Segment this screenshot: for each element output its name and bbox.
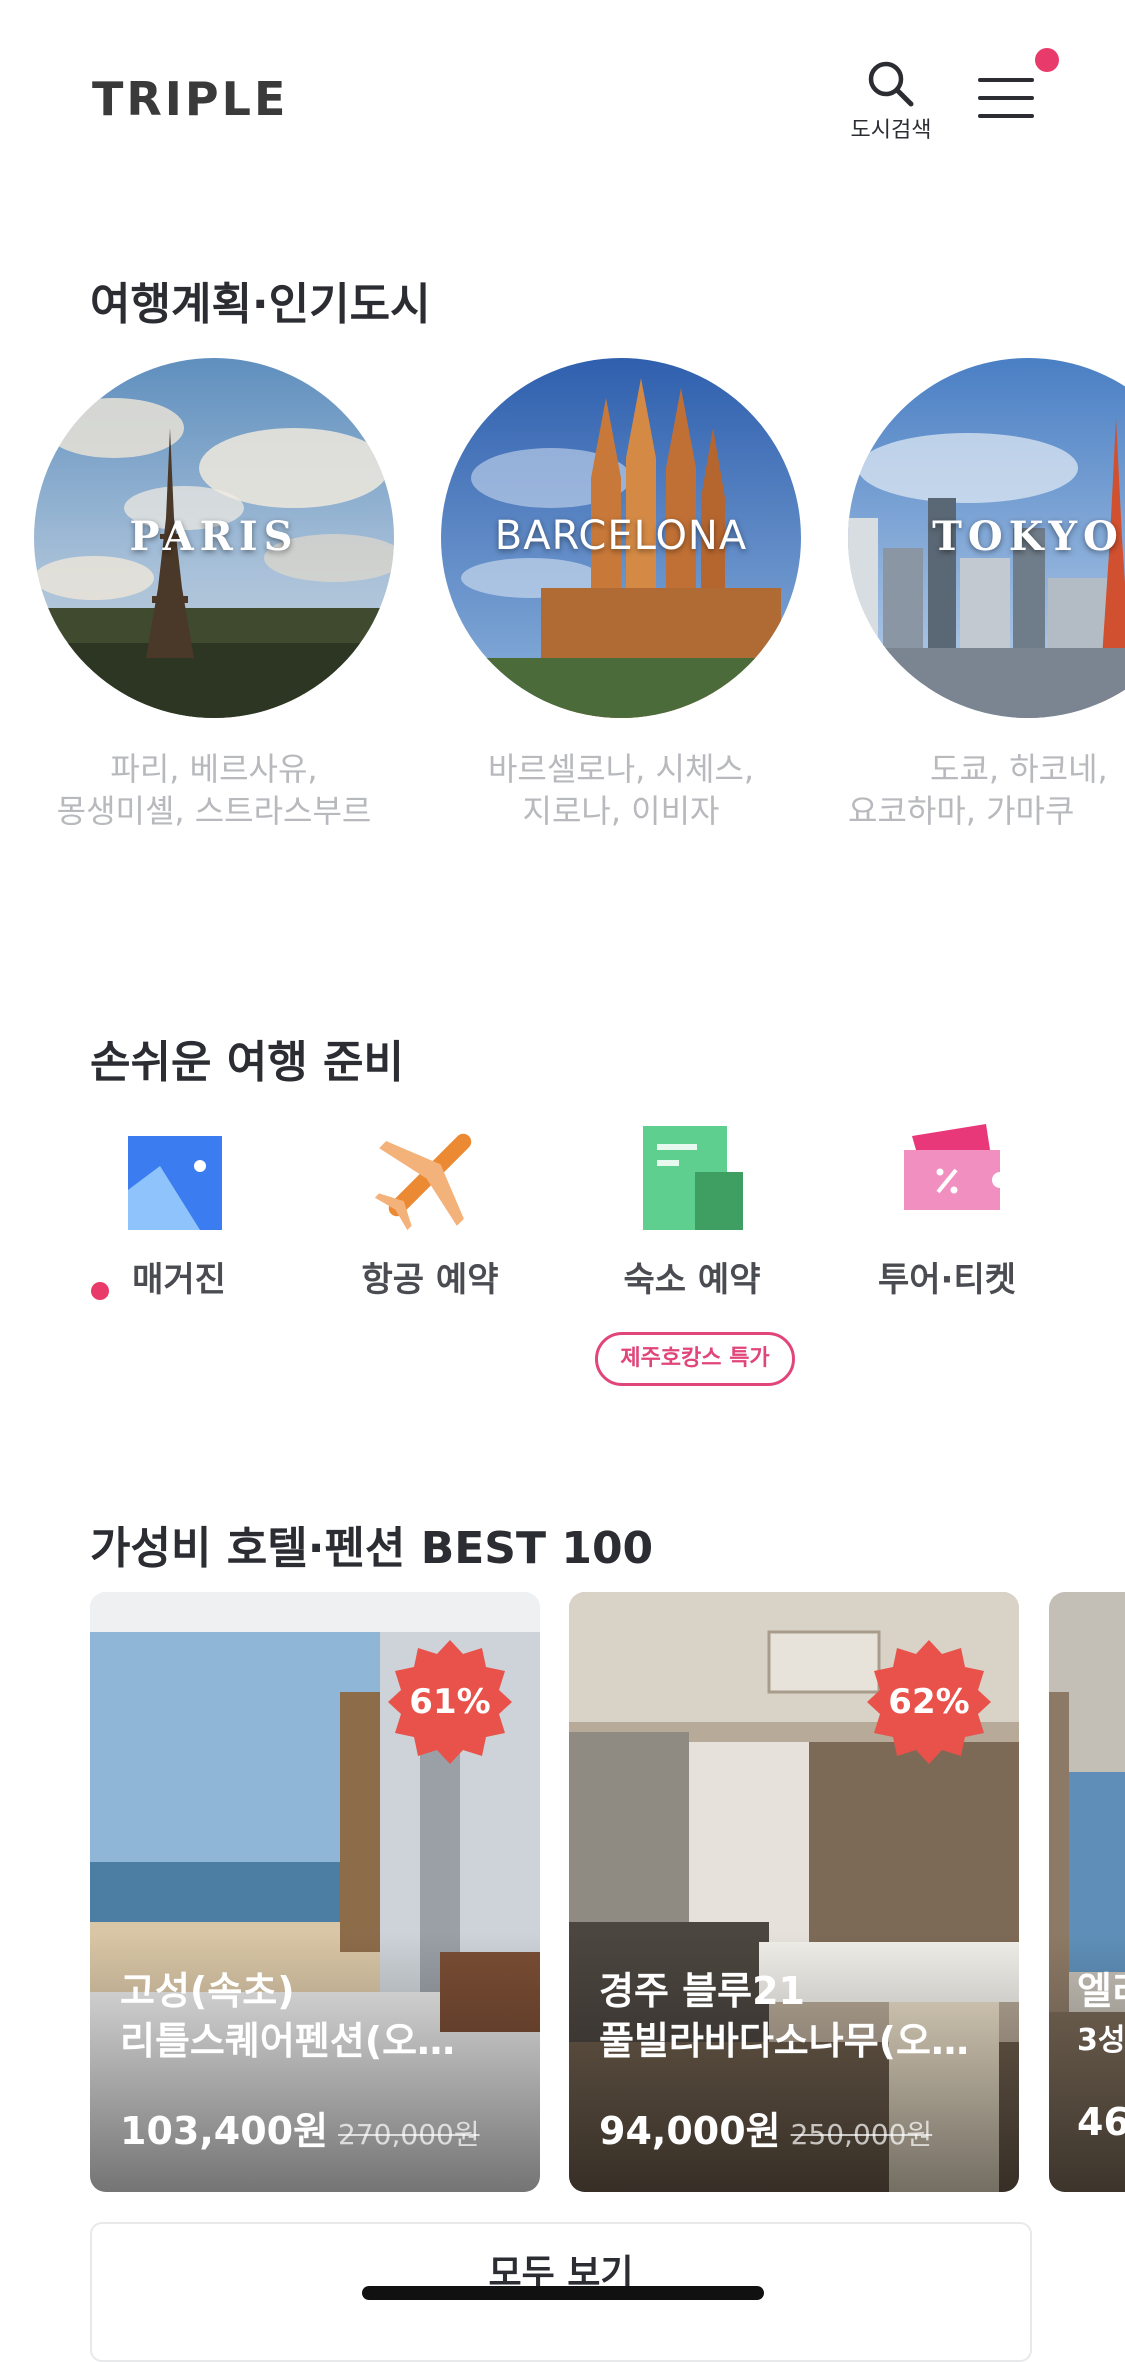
app-logo[interactable]: TRIPLE bbox=[92, 72, 288, 126]
city-image-paris: PARIS bbox=[34, 358, 394, 718]
city-subtitle-paris: 파리, 베르사유, 몽생미셸, 스트라스부르 bbox=[56, 750, 372, 830]
city-search-button[interactable]: 도시검색 bbox=[846, 58, 936, 144]
city-card-paris[interactable]: PARIS 파리, 베르사유, 몽생미셸, 스트라스부르 bbox=[34, 358, 394, 830]
hotel-original-price-1: 270,000원 bbox=[338, 2118, 480, 2151]
popular-cities-title: 여행계획·인기도시 bbox=[90, 279, 431, 330]
city-name-tokyo: TOKYO bbox=[932, 513, 1124, 560]
discount-badge-1: 61% bbox=[388, 1640, 512, 1764]
promo-badge-jeju[interactable]: 제주호캉스 특가 bbox=[595, 1332, 795, 1386]
magazine-icon bbox=[120, 1120, 230, 1230]
city-card-tokyo[interactable]: TOKYO 도쿄, 하코네, 요코하마, 가마쿠 bbox=[848, 358, 1125, 830]
search-icon bbox=[868, 61, 914, 107]
service-label-flight: 항공 예약 bbox=[361, 1260, 499, 1300]
city-subtitle-barcelona: 바르셀로나, 시체스, 지로나, 이비자 bbox=[487, 750, 755, 830]
hotel-original-price-2: 250,000원 bbox=[790, 2118, 933, 2151]
city-image-barcelona: BARCELONA bbox=[441, 358, 801, 718]
service-tour-ticket[interactable]: 투어·티켓 bbox=[837, 1120, 1057, 1301]
hotels-title: 가성비 호텔·펜션 BEST 100 bbox=[90, 1523, 654, 1574]
service-flight[interactable]: 항공 예약 bbox=[320, 1120, 540, 1301]
services-title: 손쉬운 여행 준비 bbox=[90, 1037, 404, 1088]
hotel-price-3: 46 bbox=[1077, 2100, 1125, 2144]
hotel-name-3: 엘리 3성 bbox=[1077, 1969, 1125, 2058]
city-name-barcelona: BARCELONA bbox=[494, 513, 748, 559]
service-hotel[interactable]: 숙소 예약 bbox=[582, 1120, 802, 1301]
ticket-icon bbox=[892, 1120, 1002, 1230]
city-name-paris: PARIS bbox=[129, 513, 299, 560]
hotel-price-1: 103,400원 270,000원 bbox=[120, 2109, 480, 2153]
menu-button[interactable] bbox=[978, 74, 1036, 124]
hotel-price-2: 94,000원 250,000원 bbox=[599, 2109, 933, 2153]
home-indicator[interactable] bbox=[362, 2286, 764, 2300]
search-label: 도시검색 bbox=[850, 118, 932, 143]
city-card-barcelona[interactable]: BARCELONA 바르셀로나, 시체스, 지로나, 이비자 bbox=[441, 358, 801, 830]
discount-badge-2: 62% bbox=[867, 1640, 991, 1764]
hotel-card-2[interactable]: 62% 경주 블루21 풀빌라바다소나무(오… 94,000원 250,000원 bbox=[569, 1592, 1019, 2192]
hotel-card-1[interactable]: 61% 고성(속초) 리틀스퀘어펜션(오… 103,400원 270,000원 bbox=[90, 1592, 540, 2192]
city-subtitle-tokyo: 도쿄, 하코네, 요코하마, 가마쿠 bbox=[848, 750, 1108, 830]
city-image-tokyo: TOKYO bbox=[848, 358, 1125, 718]
hotel-name-1: 고성(속초) 리틀스퀘어펜션(오… bbox=[120, 1969, 456, 2063]
hotel-building-icon bbox=[637, 1120, 747, 1230]
hotel-name-2: 경주 블루21 풀빌라바다소나무(오… bbox=[599, 1969, 970, 2063]
hotel-card-3[interactable]: 엘리 3성 46 bbox=[1049, 1592, 1125, 2192]
airplane-icon bbox=[374, 1120, 485, 1231]
service-label-tour-ticket: 투어·티켓 bbox=[877, 1260, 1017, 1300]
service-magazine[interactable]: 매거진 bbox=[65, 1120, 285, 1301]
new-indicator-dot bbox=[91, 1282, 109, 1300]
notification-dot bbox=[1035, 48, 1059, 72]
service-label-hotel: 숙소 예약 bbox=[623, 1260, 761, 1300]
